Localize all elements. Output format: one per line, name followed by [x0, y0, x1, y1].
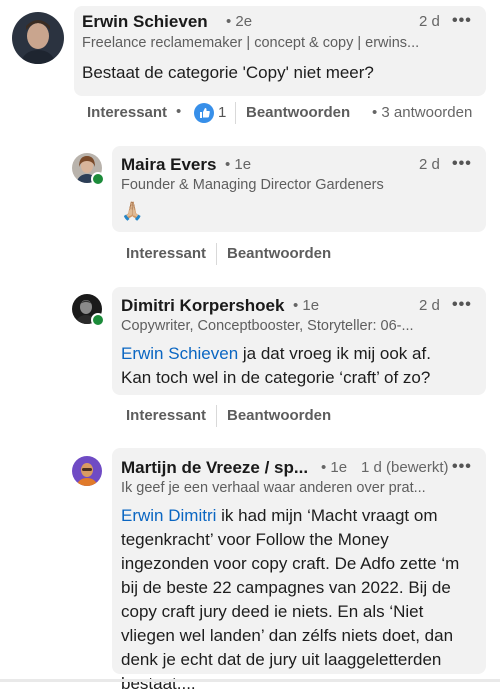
comment-text: Erwin Dimitri ik had mijn ‘Macht vraagt … — [121, 506, 460, 693]
author-headline: Founder & Managing Director Gardeners — [121, 177, 384, 193]
comment-time: 2 d — [419, 13, 440, 30]
action-dot: • — [176, 103, 182, 120]
author-headline: Freelance reclamemaker | concept & copy … — [82, 35, 420, 51]
replies-count-link[interactable]: • 3 antwoorden — [372, 104, 472, 121]
reply-button[interactable]: Beantwoorden — [246, 104, 350, 121]
more-options-icon[interactable]: ••• — [452, 296, 472, 314]
author-name[interactable]: Maira Evers — [121, 155, 216, 175]
comment-time: 1 d (bewerkt) — [361, 459, 449, 476]
like-reaction-icon — [194, 103, 214, 123]
mention-link[interactable]: Erwin Schieven — [121, 344, 238, 363]
connection-degree: • 1e — [293, 297, 320, 314]
author-name[interactable]: Dimitri Korpershoek — [121, 296, 284, 316]
comment-text: Bestaat de categorie 'Copy' niet meer? — [82, 63, 374, 82]
connection-degree: • 1e — [321, 459, 348, 476]
comment-time: 2 d — [419, 156, 440, 173]
like-button[interactable]: Interessant — [87, 104, 167, 121]
author-headline: Ik geef je een verhaal waar anderen over… — [121, 480, 426, 496]
like-button[interactable]: Interessant — [126, 245, 206, 262]
divider — [216, 243, 217, 265]
mention-link[interactable]: Erwin Dimitri — [121, 506, 216, 525]
author-name[interactable]: Erwin Schieven — [82, 12, 208, 32]
like-button[interactable]: Interessant — [126, 407, 206, 424]
online-status-indicator — [91, 313, 105, 327]
reply-button[interactable]: Beantwoorden — [227, 407, 331, 424]
avatar-martijn-de-vreeze[interactable] — [72, 456, 102, 486]
folded-hands-emoji: 🙏🏼 — [121, 201, 144, 221]
reply-button[interactable]: Beantwoorden — [227, 245, 331, 262]
comment-time: 2 d — [419, 297, 440, 314]
reaction-count[interactable]: 1 — [218, 104, 226, 121]
divider — [235, 102, 236, 124]
divider — [216, 405, 217, 427]
comment-text: Erwin Schieven ja dat vroeg ik mij ook a… — [121, 344, 431, 387]
more-options-icon[interactable]: ••• — [452, 12, 472, 30]
connection-degree: • 1e — [225, 156, 252, 173]
more-options-icon[interactable]: ••• — [452, 458, 472, 476]
more-options-icon[interactable]: ••• — [452, 155, 472, 173]
online-status-indicator — [91, 172, 105, 186]
author-headline: Copywriter, Conceptbooster, Storyteller:… — [121, 318, 414, 334]
author-name[interactable]: Martijn de Vreeze / sp... — [121, 458, 308, 478]
avatar-erwin-schieven[interactable] — [12, 12, 64, 64]
connection-degree: • 2e — [226, 13, 253, 30]
